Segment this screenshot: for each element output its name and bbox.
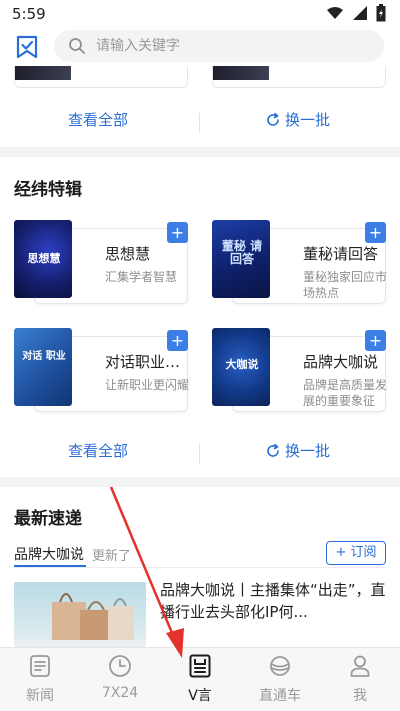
tab-news[interactable]: 新闻 xyxy=(0,648,80,711)
battery-icon xyxy=(376,4,386,22)
album-name: 品牌大咖说 xyxy=(303,353,379,371)
album-desc: 让新职业更闪耀 xyxy=(105,378,190,392)
album-card[interactable]: 品牌大咖说 品牌是高质量发展的重要象征 大咖说 + xyxy=(212,328,387,412)
album-thumbnail-partial[interactable] xyxy=(212,66,386,88)
album-cover-text: 对话 职业 xyxy=(22,351,66,362)
news-icon xyxy=(30,655,50,677)
refresh-label: 换一批 xyxy=(285,442,331,460)
tab-label: 新闻 xyxy=(26,688,54,704)
album-desc: 品牌是高质量发展的重要象征 xyxy=(303,378,388,408)
tab-label: V言 xyxy=(188,688,212,704)
bottom-tab-bar: 新闻 7X24 V言 直通车 我 xyxy=(0,647,400,711)
album-name: 对话职业经理人 xyxy=(105,353,185,371)
album-cover-text: 董秘 请回答 xyxy=(221,239,263,266)
clock-icon xyxy=(109,655,131,677)
add-button[interactable]: + xyxy=(167,222,188,243)
latest-section-card: 最新速递 品牌大咖说 更新了 + 订阅 品牌大咖说丨主播集体“出走”，直播行业去… xyxy=(0,487,400,647)
section-title: 最新速递 xyxy=(14,509,82,529)
signal-icon xyxy=(353,6,367,20)
albums-section-actions: 查看全部 换一批 xyxy=(0,440,400,470)
search-input[interactable] xyxy=(96,30,366,62)
album-thumbnail-partial[interactable] xyxy=(14,66,188,88)
top-section-card: 查看全部 换一批 xyxy=(0,66,400,147)
refresh-icon xyxy=(267,112,279,126)
search-box[interactable] xyxy=(54,30,384,62)
album-cover: 董秘 请回答 xyxy=(212,220,270,298)
shopping-bags-image xyxy=(14,593,146,647)
tab-label: 7X24 xyxy=(101,685,139,701)
bookmark-check-icon[interactable] xyxy=(14,34,40,60)
tab-updated-label: 更新了 xyxy=(92,549,132,564)
albums-section-card: 经纬特辑 思想慧 汇集学者智慧 思想慧 + 董秘请回答 董秘独家回应市场热点 董… xyxy=(0,157,400,477)
album-name: 董秘请回答 xyxy=(303,245,379,263)
search-icon xyxy=(69,38,85,54)
add-button[interactable]: + xyxy=(365,222,386,243)
album-cover-text: 大咖说 xyxy=(225,358,259,371)
album-card[interactable]: 董秘请回答 董秘独家回应市场热点 董秘 请回答 + xyxy=(212,220,387,304)
news-item[interactable]: 品牌大咖说丨主播集体“出走”，直播行业去头部化IP何... xyxy=(14,581,386,647)
person-icon xyxy=(350,655,370,677)
status-time: 5:59 xyxy=(12,5,46,23)
album-cover: 对话 职业 xyxy=(14,328,72,406)
divider xyxy=(199,113,200,133)
refresh-icon xyxy=(267,443,279,457)
news-title: 品牌大咖说丨主播集体“出走”，直播行业去头部化IP何... xyxy=(160,581,386,621)
status-bar: 5:59 xyxy=(0,0,400,28)
header xyxy=(0,28,400,66)
album-card[interactable]: 对话职业经理人 让新职业更闪耀 对话 职业 + xyxy=(14,328,189,412)
tab-label: 我 xyxy=(353,688,367,704)
status-icons xyxy=(326,4,386,22)
tab-v-yan[interactable]: V言 xyxy=(160,648,240,711)
subscribe-button[interactable]: + 订阅 xyxy=(326,541,386,565)
tab-7x24[interactable]: 7X24 xyxy=(80,648,160,711)
news-thumbnail xyxy=(14,582,146,647)
divider xyxy=(199,444,200,464)
view-all-link[interactable]: 查看全部 xyxy=(68,440,128,461)
tab-label: 直通车 xyxy=(259,688,301,704)
album-card[interactable]: 思想慧 汇集学者智慧 思想慧 + xyxy=(14,220,188,304)
tab-me[interactable]: 我 xyxy=(320,648,400,711)
view-all-link[interactable]: 查看全部 xyxy=(68,109,128,130)
refresh-button[interactable]: 换一批 xyxy=(266,440,330,461)
refresh-button[interactable]: 换一批 xyxy=(266,109,330,130)
album-cover-text: 思想慧 xyxy=(27,252,61,265)
tab-active[interactable]: 品牌大咖说 xyxy=(14,544,84,564)
refresh-label: 换一批 xyxy=(285,111,331,129)
top-section-actions: 查看全部 换一批 xyxy=(0,109,400,139)
tab-divider xyxy=(14,567,386,568)
add-button[interactable]: + xyxy=(167,330,188,351)
tab-zhitongche[interactable]: 直通车 xyxy=(240,648,320,711)
v-yan-icon xyxy=(189,654,211,678)
wifi-icon xyxy=(327,7,343,19)
album-cover: 大咖说 xyxy=(212,328,270,406)
planet-icon xyxy=(270,656,290,676)
section-title: 经纬特辑 xyxy=(14,180,82,200)
album-desc: 董秘独家回应市场热点 xyxy=(303,270,388,300)
album-name: 思想慧 xyxy=(105,245,151,263)
album-cover: 思想慧 xyxy=(14,220,72,298)
latest-tab-row: 品牌大咖说 更新了 + 订阅 xyxy=(14,541,386,568)
album-desc: 汇集学者智慧 xyxy=(105,270,178,284)
add-button[interactable]: + xyxy=(365,330,386,351)
tab-underline xyxy=(14,565,86,567)
